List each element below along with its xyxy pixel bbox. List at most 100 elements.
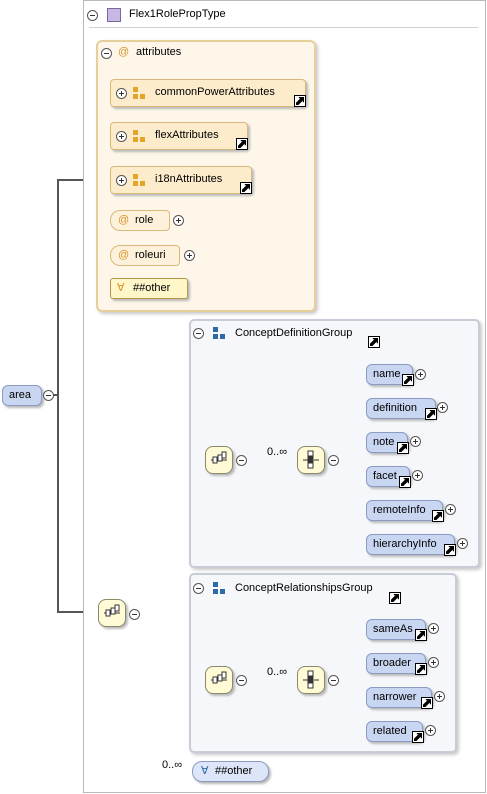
collapse-group-icon[interactable] bbox=[193, 328, 204, 339]
group-title: ConceptRelationshipsGroup bbox=[235, 582, 373, 594]
expand-broader-icon[interactable] bbox=[428, 657, 439, 668]
element-name[interactable]: name bbox=[366, 364, 414, 386]
reference-link-icon[interactable] bbox=[389, 592, 401, 604]
element-broader[interactable]: broader bbox=[366, 653, 427, 675]
attribute-label: role bbox=[135, 214, 154, 226]
reference-link-icon[interactable] bbox=[412, 731, 424, 743]
any-element[interactable]: ∀ ##other bbox=[192, 761, 269, 782]
wildcard-icon: ∀ bbox=[117, 282, 125, 294]
any-attribute-label: ##other bbox=[133, 282, 171, 294]
collapse-type-icon[interactable] bbox=[87, 10, 98, 21]
expand-roleuri-icon[interactable] bbox=[184, 250, 195, 261]
sequence-compositor[interactable] bbox=[205, 446, 233, 474]
expand-related-icon[interactable] bbox=[425, 725, 436, 736]
expand-definition-icon[interactable] bbox=[437, 402, 448, 413]
complex-type-icon bbox=[107, 8, 121, 22]
attribute-roleuri[interactable]: @ roleuri bbox=[110, 245, 180, 266]
expand-facet-icon[interactable] bbox=[412, 470, 423, 481]
expand-hierarchyInfo-icon[interactable] bbox=[457, 538, 468, 549]
attribute-at-icon: @ bbox=[118, 249, 130, 261]
reference-link-icon[interactable] bbox=[294, 95, 306, 107]
sequence-icon bbox=[104, 604, 120, 617]
collapse-group-icon[interactable] bbox=[193, 583, 204, 594]
element-label: related bbox=[373, 725, 407, 737]
element-area[interactable]: area bbox=[2, 385, 42, 406]
attribute-group-commonPowerAttributes[interactable]: commonPowerAttributes bbox=[110, 79, 306, 107]
element-facet[interactable]: facet bbox=[366, 466, 411, 488]
element-label: sameAs bbox=[373, 623, 413, 635]
element-label: facet bbox=[373, 470, 397, 482]
expand-narrower-icon[interactable] bbox=[434, 691, 445, 702]
sequence-icon bbox=[211, 451, 227, 464]
element-label: narrower bbox=[373, 691, 417, 703]
attribute-role[interactable]: @ role bbox=[110, 210, 170, 231]
collapse-area-icon[interactable] bbox=[43, 390, 54, 401]
choice-icon bbox=[303, 670, 319, 689]
attribute-group-i18nAttributes[interactable]: i18nAttributes bbox=[110, 166, 252, 194]
type-header-divider bbox=[89, 27, 478, 28]
element-label: definition bbox=[373, 402, 418, 414]
element-label: broader bbox=[373, 657, 411, 669]
attribute-at-icon: @ bbox=[118, 214, 130, 226]
attribute-label: roleuri bbox=[135, 249, 166, 261]
sequence-icon bbox=[211, 671, 227, 684]
collapse-sequence-icon[interactable] bbox=[129, 609, 140, 620]
expand-name-icon[interactable] bbox=[415, 369, 426, 380]
attribute-group-flexAttributes[interactable]: flexAttributes bbox=[110, 122, 248, 150]
attribute-group-icon bbox=[133, 174, 145, 186]
reference-link-icon[interactable] bbox=[368, 336, 380, 348]
expand-icon[interactable] bbox=[116, 131, 127, 142]
group-cardinality: 0..∞ bbox=[267, 446, 288, 458]
reference-link-icon[interactable] bbox=[425, 408, 437, 420]
element-label: remoteInfo bbox=[373, 504, 426, 516]
collapse-sequence-icon[interactable] bbox=[236, 675, 247, 686]
attribute-at-icon: @ bbox=[118, 46, 130, 58]
any-attribute[interactable]: ∀ ##other bbox=[110, 278, 188, 299]
reference-link-icon[interactable] bbox=[402, 374, 414, 386]
element-sameAs[interactable]: sameAs bbox=[366, 619, 427, 641]
collapse-choice-icon[interactable] bbox=[328, 675, 339, 686]
attribute-group-label: commonPowerAttributes bbox=[155, 86, 275, 98]
reference-link-icon[interactable] bbox=[421, 697, 433, 709]
element-narrower[interactable]: narrower bbox=[366, 687, 433, 709]
reference-link-icon[interactable] bbox=[236, 138, 248, 150]
attribute-group-icon bbox=[133, 130, 145, 142]
wildcard-icon: ∀ bbox=[201, 765, 209, 777]
attributes-title: attributes bbox=[136, 46, 182, 58]
reference-link-icon[interactable] bbox=[432, 510, 444, 522]
expand-icon[interactable] bbox=[116, 175, 127, 186]
element-note[interactable]: note bbox=[366, 432, 409, 454]
expand-icon[interactable] bbox=[116, 88, 127, 99]
collapse-choice-icon[interactable] bbox=[328, 455, 339, 466]
group-cardinality: 0..∞ bbox=[267, 666, 288, 678]
element-remoteInfo[interactable]: remoteInfo bbox=[366, 500, 444, 522]
element-related[interactable]: related bbox=[366, 721, 424, 743]
complex-type-title: Flex1RolePropType bbox=[129, 8, 226, 20]
sequence-compositor[interactable] bbox=[205, 666, 233, 694]
any-element-label: ##other bbox=[215, 765, 253, 777]
attribute-group-label: i18nAttributes bbox=[155, 173, 223, 185]
reference-link-icon[interactable] bbox=[397, 442, 409, 454]
choice-compositor[interactable] bbox=[297, 446, 325, 474]
element-hierarchyInfo[interactable]: hierarchyInfo bbox=[366, 534, 456, 556]
expand-note-icon[interactable] bbox=[410, 436, 421, 447]
expand-sameAs-icon[interactable] bbox=[428, 623, 439, 634]
sequence-compositor[interactable] bbox=[98, 599, 126, 627]
element-definition[interactable]: definition bbox=[366, 398, 437, 420]
group-icon bbox=[213, 582, 226, 595]
expand-remoteInfo-icon[interactable] bbox=[445, 504, 456, 515]
reference-link-icon[interactable] bbox=[399, 476, 411, 488]
element-label: note bbox=[373, 436, 395, 448]
choice-icon bbox=[303, 450, 319, 469]
reference-link-icon[interactable] bbox=[240, 182, 252, 194]
reference-link-icon[interactable] bbox=[415, 663, 427, 675]
concept-definition-group-box bbox=[189, 319, 480, 568]
attribute-group-icon bbox=[133, 87, 145, 99]
expand-role-icon[interactable] bbox=[173, 215, 184, 226]
collapse-attributes-icon[interactable] bbox=[101, 48, 112, 59]
reference-link-icon[interactable] bbox=[444, 544, 456, 556]
attribute-group-label: flexAttributes bbox=[155, 129, 219, 141]
reference-link-icon[interactable] bbox=[415, 629, 427, 641]
collapse-sequence-icon[interactable] bbox=[236, 455, 247, 466]
choice-compositor[interactable] bbox=[297, 666, 325, 694]
